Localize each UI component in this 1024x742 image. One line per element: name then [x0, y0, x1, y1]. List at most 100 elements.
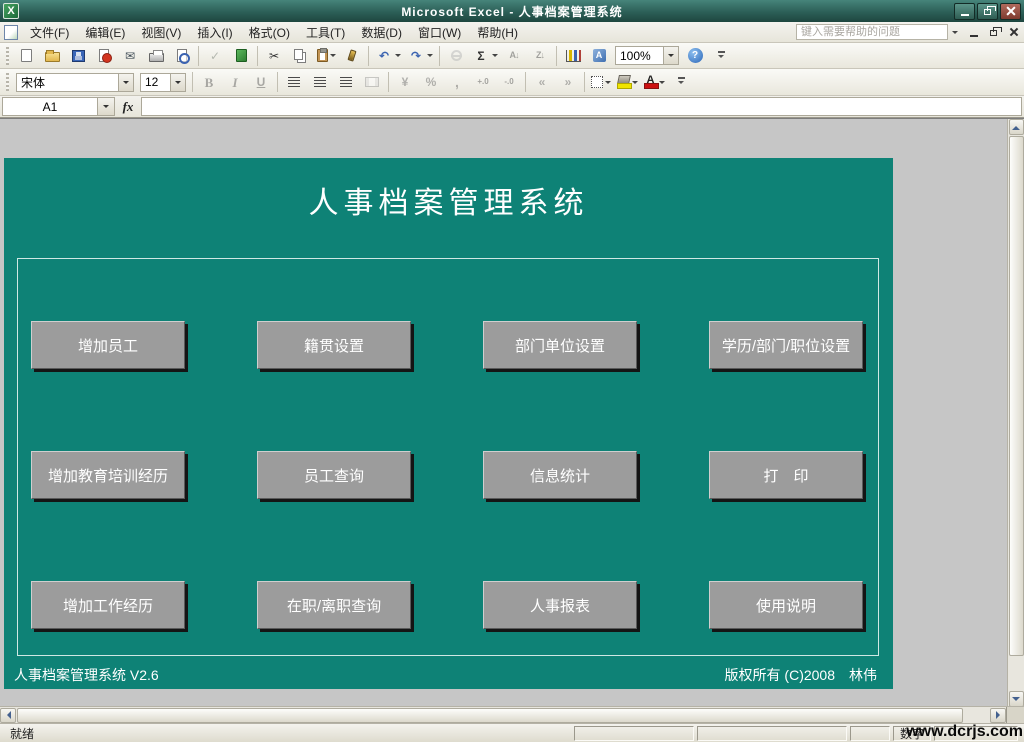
copy-button[interactable]	[288, 45, 312, 67]
menu-tools[interactable]: 工具(T)	[298, 22, 353, 43]
form-button-education-department-position-settings[interactable]: 学历/部门/职位设置	[709, 321, 863, 369]
menu-edit[interactable]: 编辑(E)	[77, 22, 133, 43]
form-button-add-work-experience[interactable]: 增加工作经历	[31, 581, 185, 629]
permission-button[interactable]	[92, 45, 116, 67]
paste-button[interactable]	[314, 45, 338, 67]
form-button-add-employee[interactable]: 增加员工	[31, 321, 185, 369]
cut-button[interactable]: ✂	[262, 45, 286, 67]
percent-style-button[interactable]: %	[419, 71, 443, 93]
sort-descending-button[interactable]: Z↓	[528, 45, 552, 67]
decrease-decimal-button[interactable]: -.0	[497, 71, 521, 93]
scroll-right-button[interactable]	[990, 707, 1006, 723]
font-name-combo-dropdown-icon[interactable]	[118, 73, 133, 91]
horizontal-scrollbar[interactable]	[0, 706, 1024, 723]
zoom-combo-dropdown-icon[interactable]	[663, 47, 678, 64]
increase-decimal-button[interactable]: +.0	[471, 71, 495, 93]
menu-file[interactable]: 文件(F)	[22, 22, 77, 43]
form-button-print[interactable]: 打 印	[709, 451, 863, 499]
align-right-button[interactable]	[334, 71, 358, 93]
workbook-close-button[interactable]	[1005, 25, 1022, 40]
vertical-scrollbar[interactable]	[1007, 119, 1024, 706]
help-question-input[interactable]	[796, 24, 948, 40]
fill-color-button[interactable]	[615, 71, 640, 93]
standard-toolbar-grip[interactable]	[6, 46, 9, 65]
font-color-button[interactable]: A	[642, 71, 667, 93]
undo-dropdown-icon[interactable]	[395, 51, 401, 60]
form-button-active-resigned-query[interactable]: 在职/离职查询	[257, 581, 411, 629]
format-painter-button[interactable]	[340, 45, 364, 67]
hyperlink-button[interactable]	[444, 45, 468, 67]
borders-dropdown-icon[interactable]	[605, 78, 611, 87]
decrease-indent-button[interactable]: «	[530, 71, 554, 93]
name-box[interactable]: A1	[2, 97, 98, 116]
borders-button[interactable]	[589, 71, 613, 93]
align-left-button[interactable]	[282, 71, 306, 93]
formula-input[interactable]	[141, 97, 1022, 116]
chart-wizard-button[interactable]	[561, 45, 585, 67]
spelling-button[interactable]: ✓	[203, 45, 227, 67]
zoom-combo[interactable]: 100%	[615, 46, 679, 65]
open-button[interactable]	[40, 45, 64, 67]
copyright-label: 版权所有 (C)2008 林伟	[724, 667, 877, 683]
name-box-dropdown-icon[interactable]	[98, 97, 115, 116]
help-button[interactable]: ?	[683, 45, 707, 67]
font-color-dropdown-icon[interactable]	[659, 78, 665, 87]
workbook-minimize-button[interactable]	[965, 25, 982, 40]
close-button[interactable]	[1000, 2, 1021, 20]
formatting-toolbar-grip[interactable]	[6, 73, 9, 91]
toolbar-options-button[interactable]	[669, 71, 693, 93]
form-button-user-guide[interactable]: 使用说明	[709, 581, 863, 629]
scroll-up-button[interactable]	[1008, 119, 1024, 135]
font-size-combo[interactable]: 12	[140, 72, 186, 92]
menu-format[interactable]: 格式(O)	[241, 22, 298, 43]
font-name-combo[interactable]: 宋体	[16, 72, 134, 92]
print-button[interactable]	[144, 45, 168, 67]
sort-ascending-button[interactable]: A↓	[502, 45, 526, 67]
merge-and-center-button[interactable]	[360, 71, 384, 93]
research-button[interactable]	[229, 45, 253, 67]
form-button-hr-reports[interactable]: 人事报表	[483, 581, 637, 629]
increase-indent-button[interactable]: »	[556, 71, 580, 93]
currency-style-button[interactable]: ¥	[393, 71, 417, 93]
font-size-combo-dropdown-icon[interactable]	[170, 73, 185, 91]
undo-button[interactable]: ↶	[373, 45, 403, 67]
help-dropdown-icon[interactable]	[948, 24, 962, 40]
form-button-department-unit-settings[interactable]: 部门单位设置	[483, 321, 637, 369]
bold-button[interactable]: B	[197, 71, 221, 93]
form-button-employee-query[interactable]: 员工查询	[257, 451, 411, 499]
align-center-button[interactable]	[308, 71, 332, 93]
scroll-down-button[interactable]	[1008, 691, 1024, 706]
form-button-add-education-training[interactable]: 增加教育培训经历	[31, 451, 185, 499]
fill-color-dropdown-icon[interactable]	[632, 78, 638, 87]
excel-app-icon[interactable]: X	[3, 3, 19, 19]
save-button[interactable]	[66, 45, 90, 67]
italic-button[interactable]: I	[223, 71, 247, 93]
redo-dropdown-icon[interactable]	[427, 51, 433, 60]
form-button-info-statistics[interactable]: 信息统计	[483, 451, 637, 499]
print-preview-button[interactable]	[170, 45, 194, 67]
vertical-scroll-thumb[interactable]	[1008, 136, 1024, 656]
menu-data[interactable]: 数据(D)	[353, 22, 410, 43]
menu-help[interactable]: 帮助(H)	[469, 22, 526, 43]
form-button-birthplace-settings[interactable]: 籍贯设置	[257, 321, 411, 369]
menu-view[interactable]: 视图(V)	[133, 22, 189, 43]
redo-button[interactable]: ↷	[405, 45, 435, 67]
scroll-left-button[interactable]	[0, 707, 16, 723]
toolbar-options-button[interactable]	[709, 45, 733, 67]
drawing-button[interactable]: A	[587, 45, 611, 67]
workbook-restore-button[interactable]	[985, 25, 1002, 40]
insert-function-button[interactable]: fx	[115, 97, 141, 116]
comma-style-button[interactable]: ,	[445, 71, 469, 93]
paste-dropdown-icon[interactable]	[330, 51, 336, 60]
menu-window[interactable]: 窗口(W)	[410, 22, 469, 43]
horizontal-scroll-thumb[interactable]	[17, 707, 963, 723]
email-button[interactable]: ✉	[118, 45, 142, 67]
new-document-button[interactable]	[14, 45, 38, 67]
restore-button[interactable]	[977, 2, 998, 20]
autosum-button[interactable]: Σ	[470, 45, 500, 67]
autosum-dropdown-icon[interactable]	[492, 51, 498, 60]
minimize-button[interactable]	[954, 2, 975, 20]
workbook-icon[interactable]	[4, 24, 18, 40]
underline-button[interactable]: U	[249, 71, 273, 93]
menu-insert[interactable]: 插入(I)	[189, 22, 240, 43]
